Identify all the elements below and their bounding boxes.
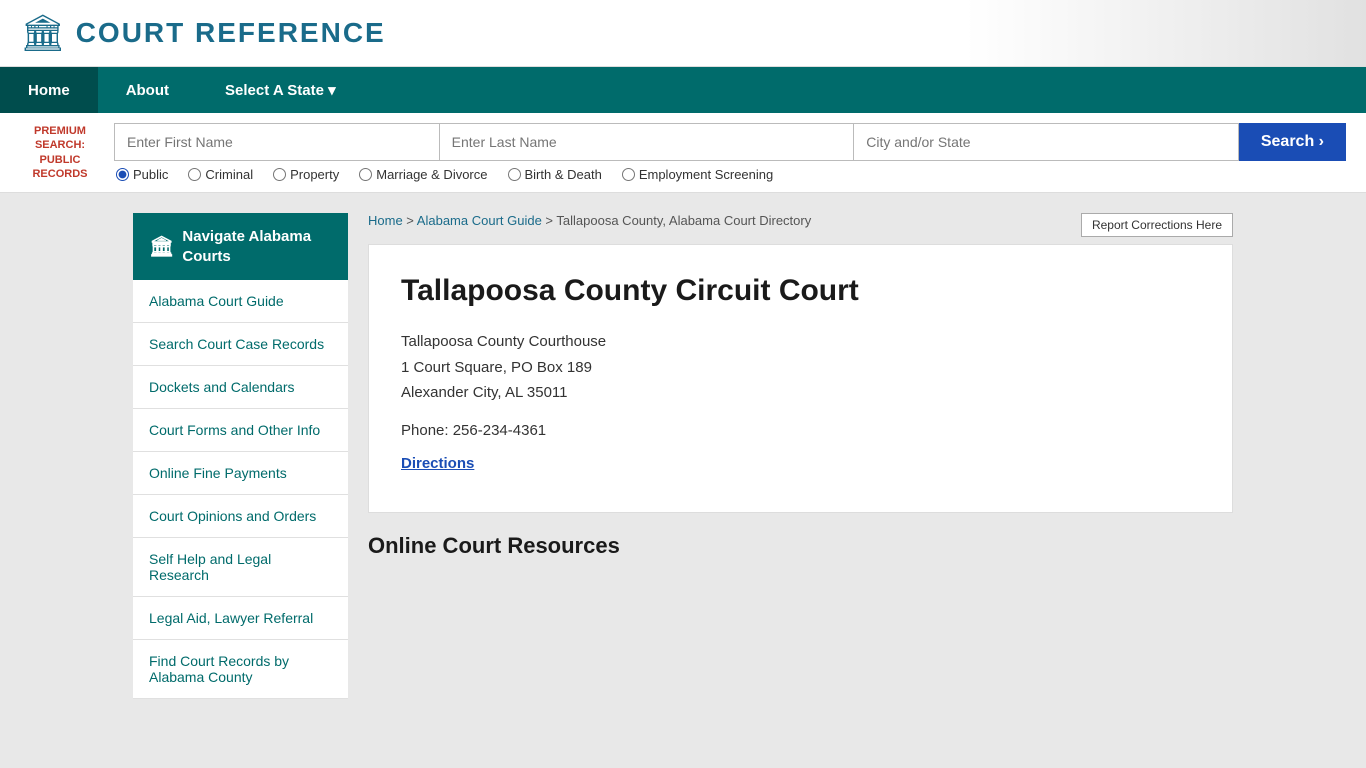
sidebar-header-text: Navigate Alabama Courts — [182, 227, 332, 266]
logo-icon: 🏛 — [20, 12, 66, 54]
sidebar: 🏛 Navigate Alabama Courts Alabama Court … — [133, 213, 348, 699]
court-address-line1: Tallapoosa County Courthouse — [401, 333, 606, 350]
sidebar-link-self-help[interactable]: Self Help and Legal Research — [133, 538, 348, 597]
main-content: 🏛 Navigate Alabama Courts Alabama Court … — [133, 193, 1233, 719]
court-address: Tallapoosa County Courthouse 1 Court Squ… — [401, 329, 1200, 406]
nav-home[interactable]: Home — [0, 67, 98, 113]
sidebar-header-icon: 🏛 — [149, 234, 174, 260]
court-phone: Phone: 256-234-4361 — [401, 422, 1200, 439]
nav-select-state[interactable]: Select A State ▾ — [197, 67, 364, 113]
court-card: Tallapoosa County Circuit Court Tallapoo… — [368, 244, 1233, 513]
online-resources-title: Online Court Resources — [368, 533, 1233, 559]
sidebar-link-find-records[interactable]: Find Court Records by Alabama County — [133, 640, 348, 699]
sidebar-link-court-forms[interactable]: Court Forms and Other Info — [133, 409, 348, 452]
breadcrumb-guide[interactable]: Alabama Court Guide — [417, 213, 542, 228]
breadcrumb-current: Tallapoosa County, Alabama Court Directo… — [556, 213, 811, 228]
radio-criminal[interactable]: Criminal — [188, 167, 253, 182]
first-name-input[interactable] — [114, 123, 439, 161]
search-fields: Search › Public Criminal Property Marria… — [114, 123, 1346, 182]
logo[interactable]: 🏛 COURT REFERENCE — [20, 12, 386, 54]
last-name-input[interactable] — [439, 123, 854, 161]
court-name: Tallapoosa County Circuit Court — [401, 273, 1200, 309]
site-header: 🏛 COURT REFERENCE — [0, 0, 1366, 67]
search-bar: PREMIUM SEARCH: PUBLIC RECORDS Search › … — [0, 113, 1366, 193]
breadcrumb-row: Report Corrections Here Home > Alabama C… — [368, 213, 1233, 244]
main-nav: Home About Select A State ▾ — [0, 67, 1366, 113]
directions-link[interactable]: Directions — [401, 455, 474, 472]
content-area: Report Corrections Here Home > Alabama C… — [368, 213, 1233, 699]
premium-label: PREMIUM SEARCH: PUBLIC RECORDS — [20, 124, 100, 181]
court-address-line2: 1 Court Square, PO Box 189 — [401, 359, 592, 376]
sidebar-header: 🏛 Navigate Alabama Courts — [133, 213, 348, 280]
sidebar-link-dockets[interactable]: Dockets and Calendars — [133, 366, 348, 409]
sidebar-link-fine-payments[interactable]: Online Fine Payments — [133, 452, 348, 495]
radio-property[interactable]: Property — [273, 167, 339, 182]
header-background — [966, 0, 1366, 66]
radio-employment[interactable]: Employment Screening — [622, 167, 773, 182]
city-state-input[interactable] — [853, 123, 1239, 161]
logo-text: COURT REFERENCE — [76, 17, 386, 49]
radio-public[interactable]: Public — [116, 167, 168, 182]
search-inputs: Search › — [114, 123, 1346, 161]
court-address-line3: Alexander City, AL 35011 — [401, 384, 568, 401]
nav-about[interactable]: About — [98, 67, 197, 113]
report-corrections-button[interactable]: Report Corrections Here — [1081, 213, 1233, 237]
sidebar-link-opinions[interactable]: Court Opinions and Orders — [133, 495, 348, 538]
search-button[interactable]: Search › — [1239, 123, 1346, 161]
sidebar-link-legal-aid[interactable]: Legal Aid, Lawyer Referral — [133, 597, 348, 640]
radio-birth[interactable]: Birth & Death — [508, 167, 602, 182]
sidebar-link-alabama-court-guide[interactable]: Alabama Court Guide — [133, 280, 348, 323]
sidebar-link-search-case-records[interactable]: Search Court Case Records — [133, 323, 348, 366]
breadcrumb-home[interactable]: Home — [368, 213, 403, 228]
radio-marriage[interactable]: Marriage & Divorce — [359, 167, 487, 182]
search-radio-group: Public Criminal Property Marriage & Divo… — [116, 167, 1346, 182]
